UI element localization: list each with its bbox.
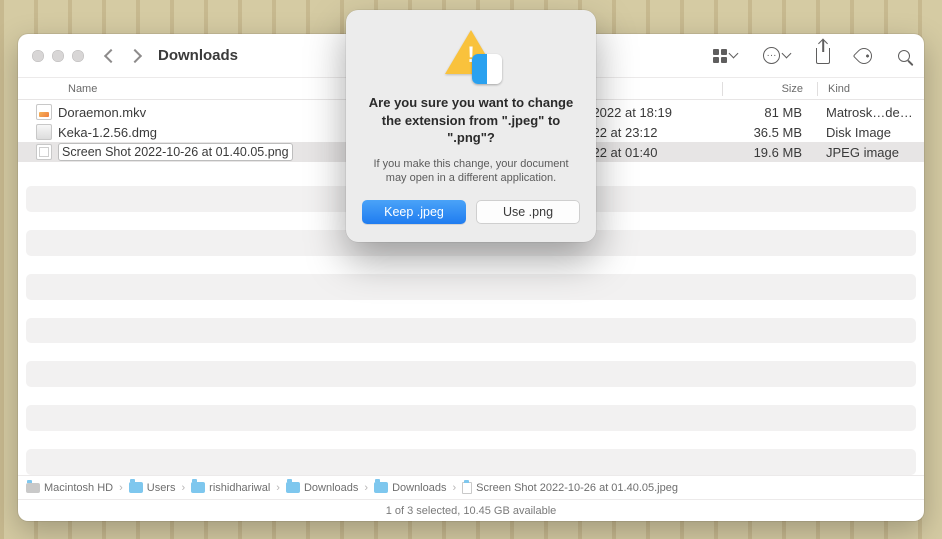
finder-badge-icon xyxy=(472,54,502,84)
zoom-window-button[interactable] xyxy=(72,50,84,62)
search-icon xyxy=(898,50,910,62)
status-text: 1 of 3 selected, 10.45 GB available xyxy=(386,505,557,517)
folder-icon xyxy=(286,482,300,493)
path-separator-icon: › xyxy=(117,482,125,494)
minimize-window-button[interactable] xyxy=(52,50,64,62)
path-separator-icon: › xyxy=(274,482,282,494)
path-segment[interactable]: Macintosh HD xyxy=(26,482,113,494)
file-date: 2022 at 23:12 xyxy=(578,125,722,140)
close-window-button[interactable] xyxy=(32,50,44,62)
file-size: 81 MB xyxy=(722,105,816,120)
file-size: 36.5 MB xyxy=(722,125,816,140)
path-separator-icon: › xyxy=(179,482,187,494)
window-title: Downloads xyxy=(158,47,238,64)
path-separator-icon: › xyxy=(362,482,370,494)
path-segment[interactable]: Screen Shot 2022-10-26 at 01.40.05.jpeg xyxy=(462,482,678,494)
chevron-down-icon xyxy=(729,49,739,59)
file-icon xyxy=(36,144,52,160)
path-label: rishidhariwal xyxy=(209,482,270,494)
path-label: Screen Shot 2022-10-26 at 01.40.05.jpeg xyxy=(476,482,678,494)
path-segment[interactable]: Downloads xyxy=(374,482,446,494)
path-segment[interactable]: rishidhariwal xyxy=(191,482,270,494)
path-label: Macintosh HD xyxy=(44,482,113,494)
dialog-title: Are you sure you want to change the exte… xyxy=(362,94,580,147)
warning-icon xyxy=(442,30,500,80)
dialog-buttons: Keep .jpeg Use .png xyxy=(362,200,580,224)
extension-change-dialog: Are you sure you want to change the exte… xyxy=(346,10,596,242)
file-size: 19.6 MB xyxy=(722,145,816,160)
forward-button[interactable] xyxy=(128,48,142,62)
path-segment[interactable]: Users xyxy=(129,482,176,494)
folder-icon xyxy=(374,482,388,493)
toolbar: ··· xyxy=(713,47,910,64)
file-date: 2022 at 01:40 xyxy=(578,145,722,160)
share-button[interactable] xyxy=(816,48,830,64)
drive-icon xyxy=(26,483,40,493)
status-bar: 1 of 3 selected, 10.45 GB available xyxy=(18,499,924,521)
back-button[interactable] xyxy=(104,48,118,62)
nav-buttons xyxy=(106,51,140,61)
file-kind: JPEG image xyxy=(816,145,916,160)
search-button[interactable] xyxy=(898,50,910,62)
folder-icon xyxy=(129,482,143,493)
path-segment[interactable]: Downloads xyxy=(286,482,358,494)
path-bar: Macintosh HD›Users›rishidhariwal›Downloa… xyxy=(18,475,924,499)
column-header-size[interactable]: Size xyxy=(723,83,817,95)
chevron-down-icon xyxy=(782,49,792,59)
window-controls xyxy=(32,50,84,62)
tag-icon xyxy=(853,44,876,67)
file-date: 0, 2022 at 18:19 xyxy=(578,105,722,120)
grid-icon xyxy=(713,49,727,63)
keep-extension-button[interactable]: Keep .jpeg xyxy=(362,200,466,224)
path-label: Downloads xyxy=(304,482,358,494)
column-header-kind[interactable]: Kind xyxy=(818,83,916,95)
tags-button[interactable] xyxy=(856,48,872,64)
folder-icon xyxy=(191,482,205,493)
path-label: Downloads xyxy=(392,482,446,494)
action-menu-button[interactable]: ··· xyxy=(763,47,790,64)
use-new-extension-button[interactable]: Use .png xyxy=(476,200,580,224)
file-icon xyxy=(462,482,472,494)
share-icon xyxy=(816,48,830,64)
view-options-button[interactable] xyxy=(713,49,737,63)
dialog-message: If you make this change, your document m… xyxy=(362,157,580,187)
file-icon xyxy=(36,124,52,140)
ellipsis-circle-icon: ··· xyxy=(763,47,780,64)
file-kind: Disk Image xyxy=(816,125,916,140)
file-icon xyxy=(36,104,52,120)
file-kind: Matrosk…deo File xyxy=(816,105,916,120)
path-label: Users xyxy=(147,482,176,494)
path-separator-icon: › xyxy=(450,482,458,494)
